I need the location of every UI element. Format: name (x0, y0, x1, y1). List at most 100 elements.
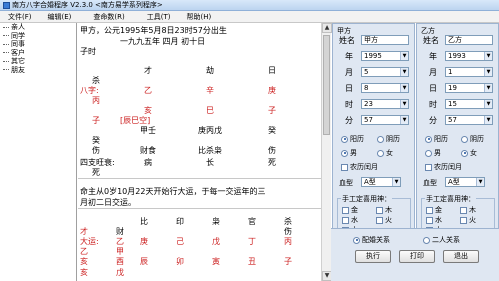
party-b-male-radio[interactable]: 男 (425, 148, 441, 158)
relation-marriage-radio[interactable]: 配婚关系 (353, 235, 390, 245)
menu-query[interactable]: 查命数(R) (79, 12, 138, 22)
select-value: A型 (364, 178, 376, 186)
radio-label: 二人关系 (432, 236, 460, 244)
select-value: 1 (448, 68, 453, 76)
radio-label: 配婚关系 (362, 236, 390, 244)
scroll-up-arrow-icon[interactable]: ▲ (322, 23, 332, 33)
party-b-month-select[interactable]: 1 ▼ (445, 67, 493, 77)
checkbox-label: 农历闰月 (350, 163, 378, 171)
checkbox-label: 金 (351, 206, 358, 214)
party-b-hour-select[interactable]: 15 ▼ (445, 99, 493, 109)
party-a-name-input[interactable]: 甲方 (361, 35, 409, 45)
tree-connector (3, 69, 9, 71)
party-a-hour-select[interactable]: 23 ▼ (361, 99, 409, 109)
party-a-element-wood[interactable]: 木 (376, 205, 392, 215)
chevron-down-icon[interactable]: ▼ (484, 100, 492, 108)
party-b-element-fire[interactable]: 火 (460, 215, 476, 225)
tree-connector (3, 60, 9, 62)
checkbox-icon (426, 206, 433, 214)
party-b-name-input[interactable]: 乙方 (445, 35, 493, 45)
dayun-shishen-3: 枭 (212, 217, 220, 226)
tree-connector (3, 26, 9, 28)
party-a-name-label: 姓名 (339, 36, 355, 45)
party-b-year-select[interactable]: 1993 ▼ (445, 51, 493, 61)
party-a-element-fire[interactable]: 火 (376, 215, 392, 225)
relation-pair-radio[interactable]: 二人关系 (423, 235, 460, 245)
radio-dot-icon (353, 236, 360, 244)
party-a-blood-select[interactable]: A型 ▼ (361, 177, 401, 187)
chevron-down-icon[interactable]: ▼ (476, 178, 484, 186)
checkbox-icon (460, 216, 467, 224)
party-b-minute-label: 分 (429, 116, 437, 125)
party-a-year-select[interactable]: 1995 ▼ (361, 51, 409, 61)
party-b-day-select[interactable]: 19 ▼ (445, 83, 493, 93)
party-a-day-select[interactable]: 8 ▼ (361, 83, 409, 93)
party-a-solar-radio[interactable]: 阳历 (341, 134, 364, 144)
menu-bar: 文件(F) 编辑(E) 查命数(R) 工具(T) 帮助(H) (0, 11, 499, 23)
chevron-down-icon[interactable]: ▼ (400, 100, 408, 108)
chevron-down-icon[interactable]: ▼ (484, 52, 492, 60)
zhi-hour: 子 (92, 116, 100, 125)
exit-button[interactable]: 退出 (443, 250, 479, 263)
chevron-down-icon[interactable]: ▼ (392, 178, 400, 186)
dayun-row4-mid: 戊 (116, 268, 124, 277)
select-value: 57 (364, 116, 373, 124)
select-value: 15 (448, 100, 457, 108)
tree-connector (3, 52, 9, 54)
cang-year: 甲壬 (140, 126, 156, 135)
radio-dot-icon (341, 135, 348, 143)
radio-label: 女 (386, 149, 393, 157)
party-b-element-water[interactable]: 水 (426, 215, 442, 225)
party-a-leap-checkbox[interactable]: 农历闰月 (341, 162, 378, 172)
menu-file[interactable]: 文件(F) (0, 12, 40, 22)
scroll-thumb[interactable] (323, 35, 330, 135)
menu-edit[interactable]: 编辑(E) (40, 12, 80, 22)
shishen-month: 劫 (206, 66, 214, 75)
party-a-element-metal[interactable]: 金 (342, 205, 358, 215)
chevron-down-icon[interactable]: ▼ (400, 84, 408, 92)
party-a-element-water[interactable]: 水 (342, 215, 358, 225)
party-b-minute-select[interactable]: 57 ▼ (445, 115, 493, 125)
party-a-lunar-radio[interactable]: 阴历 (377, 134, 400, 144)
select-value: 23 (364, 100, 373, 108)
party-b-leap-checkbox[interactable]: 农历闰月 (425, 162, 462, 172)
chevron-down-icon[interactable]: ▼ (400, 68, 408, 76)
radio-dot-icon (377, 135, 384, 143)
app-icon (3, 1, 10, 9)
menu-help[interactable]: 帮助(H) (178, 12, 219, 22)
select-value: 8 (364, 84, 369, 92)
party-a-male-radio[interactable]: 男 (341, 148, 357, 158)
select-value: 1995 (364, 52, 382, 60)
party-b-female-radio[interactable]: 女 (461, 148, 477, 158)
party-b-lunar-radio[interactable]: 阴历 (461, 134, 484, 144)
section-divider (78, 178, 321, 179)
vertical-scrollbar[interactable]: ▲ ▼ (321, 23, 332, 281)
party-b-element-wood[interactable]: 木 (460, 205, 476, 215)
radio-label: 阴历 (470, 135, 484, 143)
chevron-down-icon[interactable]: ▼ (484, 116, 492, 124)
party-b-element-metal[interactable]: 金 (426, 205, 442, 215)
radio-label: 阳历 (350, 135, 364, 143)
chevron-down-icon[interactable]: ▼ (484, 68, 492, 76)
party-b-blood-select[interactable]: A型 ▼ (445, 177, 485, 187)
radio-label: 女 (470, 149, 477, 157)
party-a-minute-select[interactable]: 57 ▼ (361, 115, 409, 125)
dayun-gan-3: 戊 (212, 237, 220, 246)
bazi-result-area[interactable]: 甲方，公元1995年5月8日23时57分出生 一九九五年 四月 初十日 子时 才… (78, 23, 321, 281)
execute-button[interactable]: 执行 (355, 250, 391, 263)
party-b-solar-radio[interactable]: 阳历 (425, 134, 448, 144)
tree-item-friends[interactable]: 朋友 (0, 66, 76, 75)
print-button[interactable]: 打印 (399, 250, 435, 263)
party-a-month-select[interactable]: 5 ▼ (361, 67, 409, 77)
chevron-down-icon[interactable]: ▼ (484, 84, 492, 92)
menu-tools[interactable]: 工具(T) (139, 12, 179, 22)
chevron-down-icon[interactable]: ▼ (400, 52, 408, 60)
dayun-zhi-3: 寅 (212, 257, 220, 266)
chevron-down-icon[interactable]: ▼ (400, 116, 408, 124)
birth-info-line: 甲方，公元1995年5月8日23时57分出生 (80, 26, 227, 35)
party-a-female-radio[interactable]: 女 (377, 148, 393, 158)
checkbox-label: 水 (435, 216, 442, 224)
party-b-hour-label: 时 (429, 100, 437, 109)
radio-dot-icon (461, 149, 468, 157)
checkbox-icon (426, 216, 433, 224)
